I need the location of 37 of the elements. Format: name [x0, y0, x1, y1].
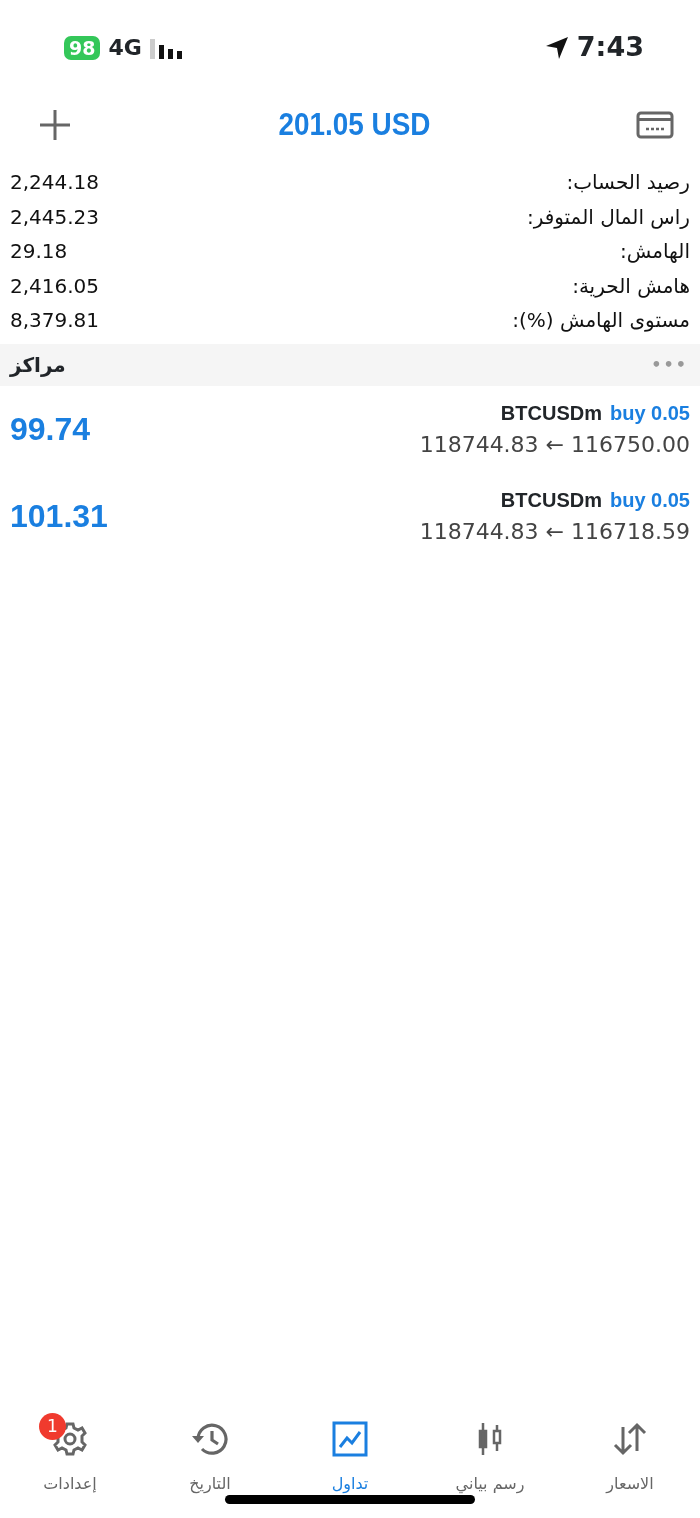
line-chart-icon: [332, 1421, 368, 1457]
account-value: 29.18: [10, 238, 68, 266]
account-label: الهامش:: [620, 238, 690, 266]
tab[interactable]: رسم بياني: [420, 1405, 560, 1495]
account-value: 8,379.81: [10, 307, 100, 335]
location-icon: [544, 35, 569, 60]
card-icon[interactable]: [636, 110, 674, 140]
arrows-icon: [612, 1421, 648, 1457]
symbol-name: BTCUSDm: [500, 400, 602, 426]
position-row[interactable]: 99.74 BTCUSDm buy 0.05 118744.83 ← 116750.00: [0, 385, 700, 473]
account-value: 2,416.05: [10, 272, 100, 300]
notification-count: 1: [39, 1413, 66, 1440]
profit-value: 101.31: [10, 497, 108, 536]
account-value: 2,445.23: [10, 203, 100, 231]
candlestick-icon: [476, 1421, 504, 1457]
tab[interactable]: تداول: [280, 1405, 420, 1495]
account-value: 2,244.18: [10, 169, 100, 197]
clock-icon: [191, 1421, 229, 1457]
symbol-name: BTCUSDm: [500, 487, 602, 513]
section-title: مراكز: [10, 351, 66, 379]
tab[interactable]: التاريخ: [140, 1405, 280, 1495]
tab[interactable]: الاسعار: [560, 1405, 700, 1495]
add-button[interactable]: [38, 108, 72, 142]
account-label: رصيد الحساب:: [566, 169, 690, 197]
network-type: 4G: [108, 34, 142, 62]
profit-value: 99.74: [10, 410, 91, 449]
order-side: buy 0.05: [609, 400, 690, 426]
clock-time: 7:43: [576, 30, 644, 65]
battery-indicator: 98: [64, 35, 101, 60]
account-label: هامش الحرية:: [572, 272, 690, 300]
price-range: 118744.83 ← 116750.00: [419, 430, 690, 459]
position-row[interactable]: 101.31 BTCUSDm buy 0.05 118744.83 ← 116718.59: [0, 472, 700, 560]
account-label: راس المال المتوفر:: [526, 203, 690, 231]
balance-title: 201.05 USD: [278, 105, 430, 144]
order-side: buy 0.05: [609, 487, 690, 513]
price-range: 118744.83 ← 116718.59: [419, 517, 690, 546]
account-label: مستوى الهامش (%):: [512, 307, 690, 335]
